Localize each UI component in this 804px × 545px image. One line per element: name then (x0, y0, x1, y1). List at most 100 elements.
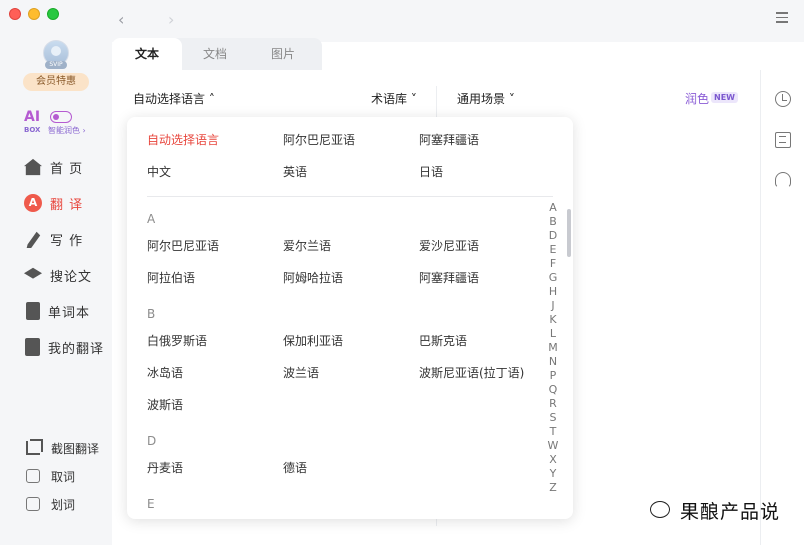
chevron-up-icon: ˄ (208, 92, 215, 106)
tool-label: 划词 (51, 497, 76, 512)
language-option[interactable]: 波兰语 (283, 364, 319, 381)
divider (147, 196, 553, 197)
section-letter: D (147, 434, 157, 448)
sidebar-item-write[interactable]: 写 作 (24, 228, 83, 250)
minimize-window-button[interactable] (28, 8, 40, 20)
checkbox[interactable] (26, 497, 40, 511)
translate-icon: A (24, 194, 42, 212)
alphabet-letter[interactable]: P (547, 369, 559, 383)
history-clock-icon[interactable] (775, 91, 791, 107)
section-letter: A (147, 212, 156, 226)
zoom-window-button[interactable] (47, 8, 59, 20)
alphabet-letter[interactable]: Y (547, 467, 559, 481)
tool-label: 截图翻译 (51, 441, 100, 456)
glossary-select[interactable]: 术语库 ˅ (371, 90, 417, 107)
sidebar-item-label: 翻 译 (50, 197, 84, 213)
sidebar-item-label: 搜论文 (50, 269, 93, 285)
chevron-down-icon: ˅ (410, 92, 417, 106)
sidebar: SVIP 会员特惠 AI BOX 智能润色 › 首 页 A 翻 译 写 作 搜论… (0, 0, 112, 545)
sidebar-item-label: 单词本 (48, 305, 91, 321)
alphabet-letter[interactable]: E (547, 243, 559, 257)
alphabet-letter[interactable]: N (547, 355, 559, 369)
language-option[interactable]: 阿尔巴尼亚语 (283, 131, 355, 148)
language-option[interactable]: 爱尔兰语 (283, 237, 331, 254)
chevron-down-icon: ˅ (508, 92, 515, 106)
vip-offer-button[interactable]: 会员特惠 (23, 73, 89, 91)
aibox-entry[interactable]: AI BOX 智能润色 › (24, 110, 94, 138)
sidebar-item-home[interactable]: 首 页 (24, 156, 83, 178)
language-option[interactable]: 德语 (283, 459, 307, 476)
sidebar-item-my-translations[interactable]: 我的翻译 (24, 336, 104, 358)
alphabet-letter[interactable]: X (547, 453, 559, 467)
language-option[interactable]: 阿拉伯语 (147, 269, 195, 286)
graduation-cap-icon (24, 267, 42, 279)
alphabet-letter[interactable]: F (547, 257, 559, 271)
language-option[interactable]: 阿姆哈拉语 (283, 269, 343, 286)
sidebar-item-wordbook[interactable]: 单词本 (24, 300, 90, 322)
alphabet-letter[interactable]: Z (547, 481, 559, 495)
language-option[interactable]: 阿尔巴尼亚语 (147, 237, 219, 254)
close-window-button[interactable] (9, 8, 21, 20)
forward-arrow-icon[interactable]: › (168, 10, 174, 29)
alphabet-letter[interactable]: D (547, 229, 559, 243)
selection-translate-checkbox[interactable]: 划词 (26, 494, 75, 514)
language-option[interactable]: 阿塞拜疆语 (419, 269, 479, 286)
box-label: BOX (24, 126, 41, 134)
my-translation-icon (25, 338, 40, 356)
language-option[interactable]: 波斯语 (147, 396, 183, 413)
ai-logo: AI (24, 109, 41, 125)
sidebar-item-label: 写 作 (50, 233, 84, 249)
language-option[interactable]: 巴斯克语 (419, 332, 467, 349)
source-language-select[interactable]: 自动选择语言 ˄ (133, 90, 215, 107)
alphabet-letter[interactable]: B (547, 215, 559, 229)
language-option[interactable]: 阿塞拜疆语 (419, 131, 479, 148)
alphabet-letter[interactable]: R (547, 397, 559, 411)
alphabet-index: A B D E F G H J K L M N P Q R S T W X Y … (547, 201, 559, 495)
back-arrow-icon[interactable]: ‹ (118, 10, 124, 29)
word-pick-checkbox[interactable]: 取词 (26, 466, 75, 486)
sidebar-item-search-papers[interactable]: 搜论文 (24, 264, 92, 286)
toggle-icon (50, 111, 72, 123)
sidebar-item-translate[interactable]: A 翻 译 (24, 192, 83, 214)
polish-button[interactable]: 润色 (685, 90, 709, 107)
language-dropdown: 自动选择语言 阿尔巴尼亚语 阿塞拜疆语 中文 英语 日语 A 阿尔巴尼亚语 爱尔… (127, 117, 573, 519)
alphabet-letter[interactable]: G (547, 271, 559, 285)
language-option[interactable]: 日语 (419, 163, 443, 180)
source-language-label: 自动选择语言 (133, 92, 206, 106)
language-option[interactable]: 英语 (283, 163, 307, 180)
alphabet-letter[interactable]: J (547, 299, 559, 313)
language-option[interactable]: 自动选择语言 (147, 131, 219, 148)
tab-document[interactable]: 文档 (180, 38, 250, 70)
alphabet-letter[interactable]: T (547, 425, 559, 439)
alphabet-letter[interactable]: L (547, 327, 559, 341)
alphabet-letter[interactable]: H (547, 285, 559, 299)
alphabet-letter[interactable]: K (547, 313, 559, 327)
language-option[interactable]: 波斯尼亚语(拉丁语) (419, 364, 524, 381)
language-option[interactable]: 爱沙尼亚语 (419, 237, 479, 254)
checkbox[interactable] (26, 469, 40, 483)
alphabet-letter[interactable]: Q (547, 383, 559, 397)
new-badge: NEW (711, 92, 738, 103)
language-option[interactable]: 丹麦语 (147, 459, 183, 476)
language-option[interactable]: 白俄罗斯语 (147, 332, 207, 349)
notes-icon[interactable] (775, 132, 791, 148)
alphabet-letter[interactable]: A (547, 201, 559, 215)
alphabet-letter[interactable]: M (547, 341, 559, 355)
language-option[interactable]: 中文 (147, 163, 171, 180)
scene-label: 通用场景 (457, 92, 506, 106)
scene-select[interactable]: 通用场景 ˅ (457, 90, 515, 107)
tab-text[interactable]: 文本 (112, 38, 182, 70)
screenshot-translate-button[interactable]: 截图翻译 (26, 438, 99, 458)
book-icon (26, 302, 40, 320)
language-option[interactable]: 冰岛语 (147, 364, 183, 381)
home-icon (24, 158, 42, 176)
headset-icon[interactable] (775, 172, 791, 188)
tab-image[interactable]: 图片 (248, 38, 318, 70)
alphabet-letter[interactable]: W (547, 439, 559, 453)
section-letter: B (147, 307, 156, 321)
language-option[interactable]: 保加利亚语 (283, 332, 343, 349)
sidebar-item-label: 首 页 (50, 161, 84, 177)
hamburger-icon[interactable] (776, 12, 788, 24)
scrollbar[interactable] (567, 209, 571, 257)
alphabet-letter[interactable]: S (547, 411, 559, 425)
